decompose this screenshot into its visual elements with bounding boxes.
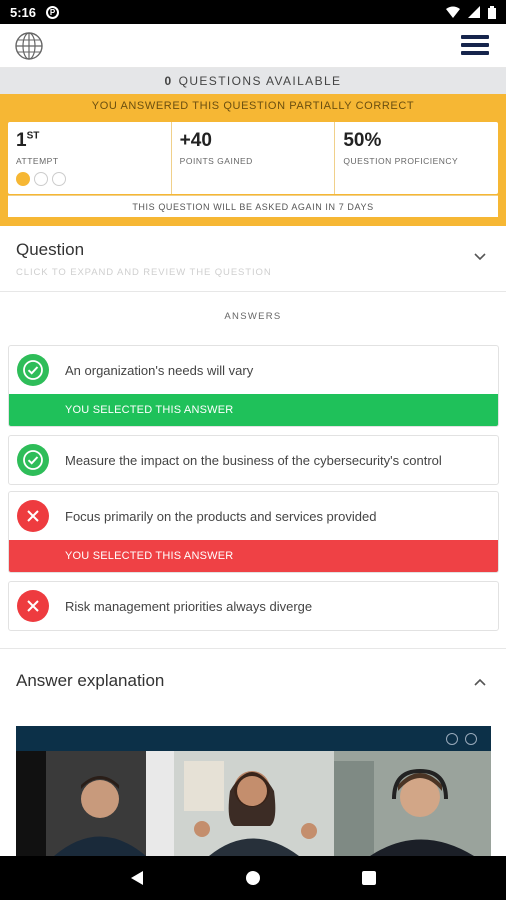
chevron-down-icon[interactable] <box>474 250 486 262</box>
attempt-value: 1 <box>16 130 27 151</box>
explanation-video[interactable] <box>16 726 491 856</box>
system-navigation-bar <box>0 856 506 900</box>
attempt-dot-filled <box>16 172 30 186</box>
status-bar: 5:16 P <box>0 0 506 24</box>
explanation-title: Answer explanation <box>16 671 165 690</box>
answer-card[interactable]: An organization's needs will vary YOU SE… <box>8 345 499 427</box>
answer-card[interactable]: Focus primarily on the products and serv… <box>8 491 499 573</box>
selected-answer-banner: YOU SELECTED THIS ANSWER <box>9 540 498 572</box>
question-title: Question <box>16 240 85 259</box>
status-time: 5:16 <box>10 4 37 20</box>
points-value: +40 <box>179 130 212 151</box>
check-circle-icon <box>17 444 49 476</box>
app-bar <box>0 24 506 68</box>
recents-icon[interactable] <box>361 871 376 885</box>
signal-icon <box>468 6 480 18</box>
battery-icon <box>488 5 496 19</box>
points-label: POINTS GAINED <box>179 156 253 166</box>
video-toolbar <box>16 726 491 751</box>
attempt-dot-empty <box>52 172 66 186</box>
attempt-suffix: ST <box>26 130 40 142</box>
questions-label: QUESTIONS AVAILABLE <box>178 74 342 88</box>
video-more-icon[interactable] <box>446 733 458 745</box>
globe-icon[interactable] <box>14 31 44 61</box>
selected-answer-banner: YOU SELECTED THIS ANSWER <box>9 394 498 426</box>
answers-heading: ANSWERS <box>224 311 282 322</box>
x-circle-icon <box>17 500 49 532</box>
stats-row: 1ST ATTEMPT +40 POINTS GAINED 50% QUESTI… <box>8 122 498 194</box>
back-icon[interactable] <box>130 870 144 886</box>
wifi-icon <box>446 6 460 18</box>
video-more-icon[interactable] <box>465 733 477 745</box>
proficiency-label: QUESTION PROFICIENCY <box>343 156 459 166</box>
answer-text: Risk management priorities always diverg… <box>65 598 313 614</box>
repeat-note: THIS QUESTION WILL BE ASKED AGAIN IN 7 D… <box>8 195 498 217</box>
attempt-stat: 1ST ATTEMPT <box>8 122 172 194</box>
notification-icon: P <box>46 5 60 19</box>
questions-available-bar: 0 QUESTIONS AVAILABLE <box>0 68 506 94</box>
x-circle-icon <box>17 590 49 622</box>
home-icon[interactable] <box>245 870 261 886</box>
attempt-dot-empty <box>34 172 48 186</box>
attempt-dots <box>16 172 163 186</box>
check-circle-icon <box>17 354 49 386</box>
video-participant-tile <box>174 751 334 856</box>
result-banner: YOU ANSWERED THIS QUESTION PARTIALLY COR… <box>91 100 415 112</box>
answer-text: Focus primarily on the products and serv… <box>65 508 377 524</box>
answer-card[interactable]: Risk management priorities always diverg… <box>8 581 499 631</box>
answer-explanation-section[interactable]: Answer explanation <box>0 648 506 712</box>
answer-card[interactable]: Measure the impact on the business of th… <box>8 435 499 485</box>
question-section[interactable]: Question CLICK TO EXPAND AND REVIEW THE … <box>0 226 506 292</box>
result-panel: YOU ANSWERED THIS QUESTION PARTIALLY COR… <box>0 94 506 226</box>
proficiency-stat: 50% QUESTION PROFICIENCY <box>335 122 498 194</box>
answer-text: Measure the impact on the business of th… <box>65 452 442 468</box>
video-participant-tile <box>16 751 174 856</box>
chevron-up-icon[interactable] <box>474 677 486 689</box>
answer-text: An organization's needs will vary <box>65 362 254 378</box>
question-subtitle: CLICK TO EXPAND AND REVIEW THE QUESTION <box>16 267 272 278</box>
points-stat: +40 POINTS GAINED <box>172 122 336 194</box>
video-participant-tile <box>334 751 491 856</box>
proficiency-value: 50% <box>343 130 382 151</box>
hamburger-menu-icon[interactable] <box>461 35 489 57</box>
questions-count: 0 <box>164 74 173 88</box>
attempt-label: ATTEMPT <box>16 156 59 166</box>
